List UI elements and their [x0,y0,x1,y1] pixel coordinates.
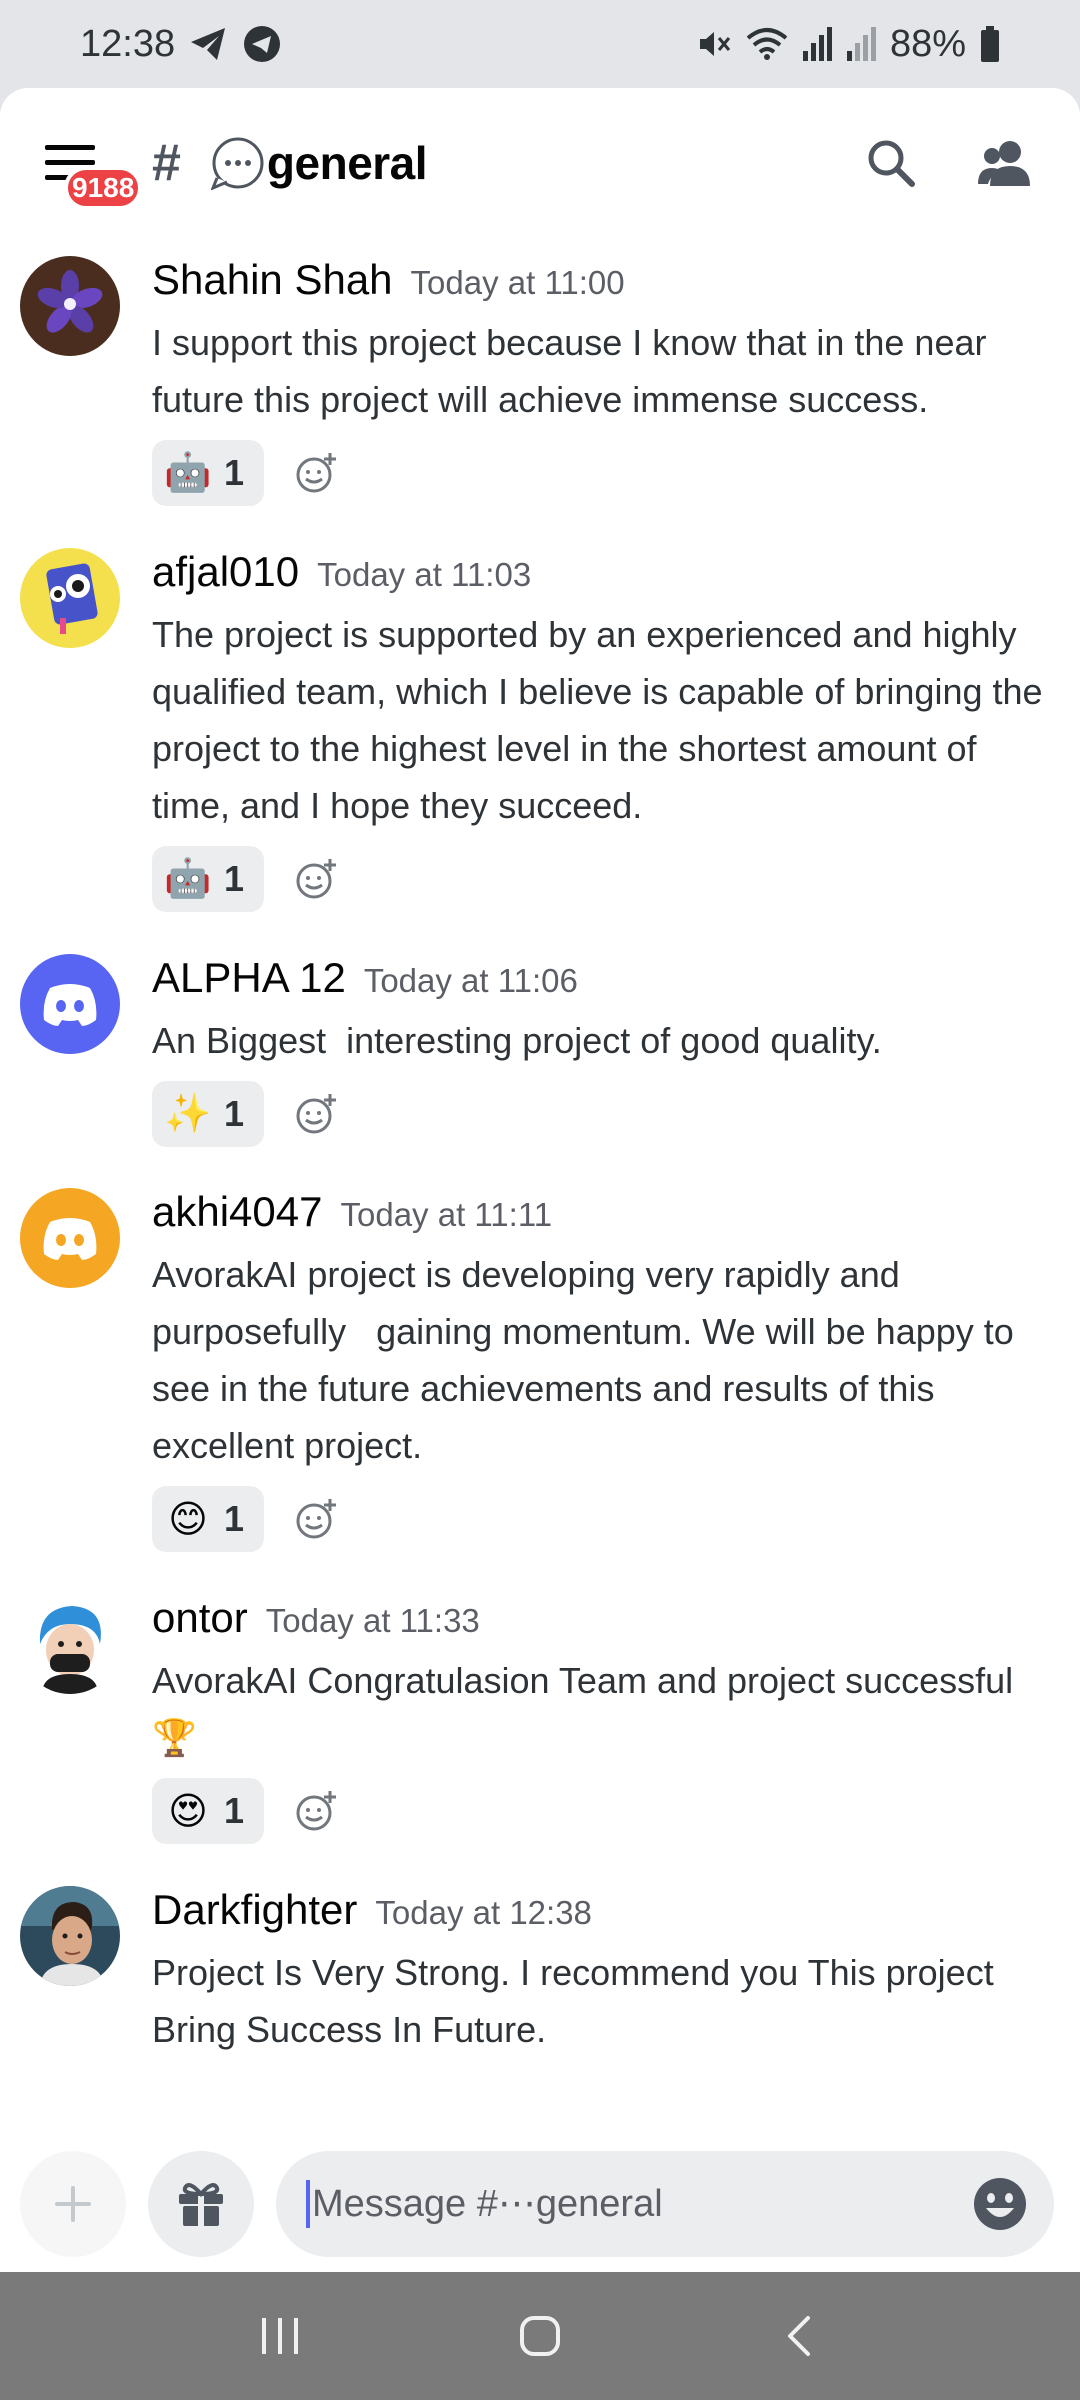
message-text: AvorakAI project is developing very rapi… [152,1254,1024,1466]
text-caret [306,2180,310,2228]
timestamp: Today at 11:33 [265,1602,480,1639]
avatar[interactable] [20,1594,120,1694]
status-time: 12:38 [80,22,176,65]
robot-face-icon: 🤖 [164,858,212,900]
menu-button[interactable]: 9188 [36,128,143,210]
add-reaction-icon[interactable] [294,1789,338,1833]
message-input[interactable] [312,2182,972,2226]
message-text: The project is supported by an experienc… [152,614,1053,826]
status-bar: 12:38 88% [0,0,1080,88]
message-text: AvorakAI Congratulasion Team and project… [152,1660,1024,1758]
plus-icon [55,2186,91,2222]
battery-percent: 88% [889,22,966,65]
telegram-icon [191,28,226,60]
attach-button[interactable] [20,2151,126,2257]
channel-header: 9188 # general [0,88,1080,238]
message-text: An Biggest interesting project of good q… [152,1020,882,1061]
gift-icon [179,2183,223,2226]
system-nav-bar [0,2272,1080,2400]
reaction-robot[interactable]: 🤖 1 [152,440,264,506]
message-input-wrapper[interactable] [276,2151,1054,2257]
message-text: I support this project because I know th… [152,322,997,420]
sparkles-icon: ✨ [164,1093,212,1135]
timestamp: Today at 11:00 [410,264,625,301]
username[interactable]: Shahin Shah [152,256,393,304]
recent-apps-icon[interactable] [258,2314,302,2358]
emoji-icon[interactable] [972,2176,1028,2232]
reaction-count: 1 [224,1498,245,1539]
reaction-count: 1 [224,1790,245,1831]
search-icon[interactable] [866,138,916,188]
home-icon[interactable] [518,2314,562,2358]
add-reaction-icon[interactable] [294,857,338,901]
avatar[interactable] [20,1188,120,1288]
members-icon[interactable] [976,138,1034,188]
signal-2-icon [846,27,876,61]
chat-bubble-icon [210,137,264,190]
wifi-icon [746,28,788,60]
avatar[interactable] [20,548,120,648]
username[interactable]: afjal010 [152,548,299,596]
avatar[interactable] [20,1886,120,1986]
username[interactable]: Darkfighter [152,1886,357,1934]
timestamp: Today at 11:11 [340,1196,553,1233]
robot-face-icon: 🤖 [164,452,212,494]
back-icon[interactable] [778,2314,822,2358]
reaction-count: 1 [224,858,245,899]
telegram-circle-icon [244,26,281,62]
heart-eyes-icon: 😍 [168,1790,208,1833]
message-text: Project Is Very Strong. I recommend you … [152,1952,1004,2050]
username[interactable]: ALPHA 12 [152,954,346,1002]
reaction-heart-eyes[interactable]: 😍 1 [152,1778,264,1844]
app-window: 9188 # general Shahin Shah Today at 11:0… [0,88,1080,2272]
signal-icon [802,27,832,61]
discord-logo-icon [43,1218,97,1260]
reaction-sparkles[interactable]: ✨ 1 [152,1081,264,1147]
channel-title: general [266,137,428,189]
timestamp: Today at 12:38 [375,1894,592,1931]
message-composer [0,2136,1080,2272]
username[interactable]: ontor [152,1594,248,1642]
avatar[interactable] [20,954,120,1054]
reaction-robot[interactable]: 🤖 1 [152,846,264,912]
add-reaction-icon[interactable] [294,1497,338,1541]
reaction-smile[interactable]: 😊 1 [152,1486,264,1552]
gift-button[interactable] [148,2151,254,2257]
avatar[interactable] [20,256,120,356]
channel-hash-icon: # [152,134,181,192]
battery-icon [981,26,999,62]
timestamp: Today at 11:03 [317,556,532,593]
reaction-count: 1 [224,452,245,493]
add-reaction-icon[interactable] [294,1092,338,1136]
timestamp: Today at 11:06 [363,962,578,999]
mute-icon [699,32,731,56]
reaction-count: 1 [224,1093,245,1134]
unread-badge: 9188 [64,166,143,210]
add-reaction-icon[interactable] [294,451,338,495]
smiling-face-icon: 😊 [168,1498,208,1541]
discord-logo-icon [43,984,97,1026]
username[interactable]: akhi4047 [152,1188,322,1236]
